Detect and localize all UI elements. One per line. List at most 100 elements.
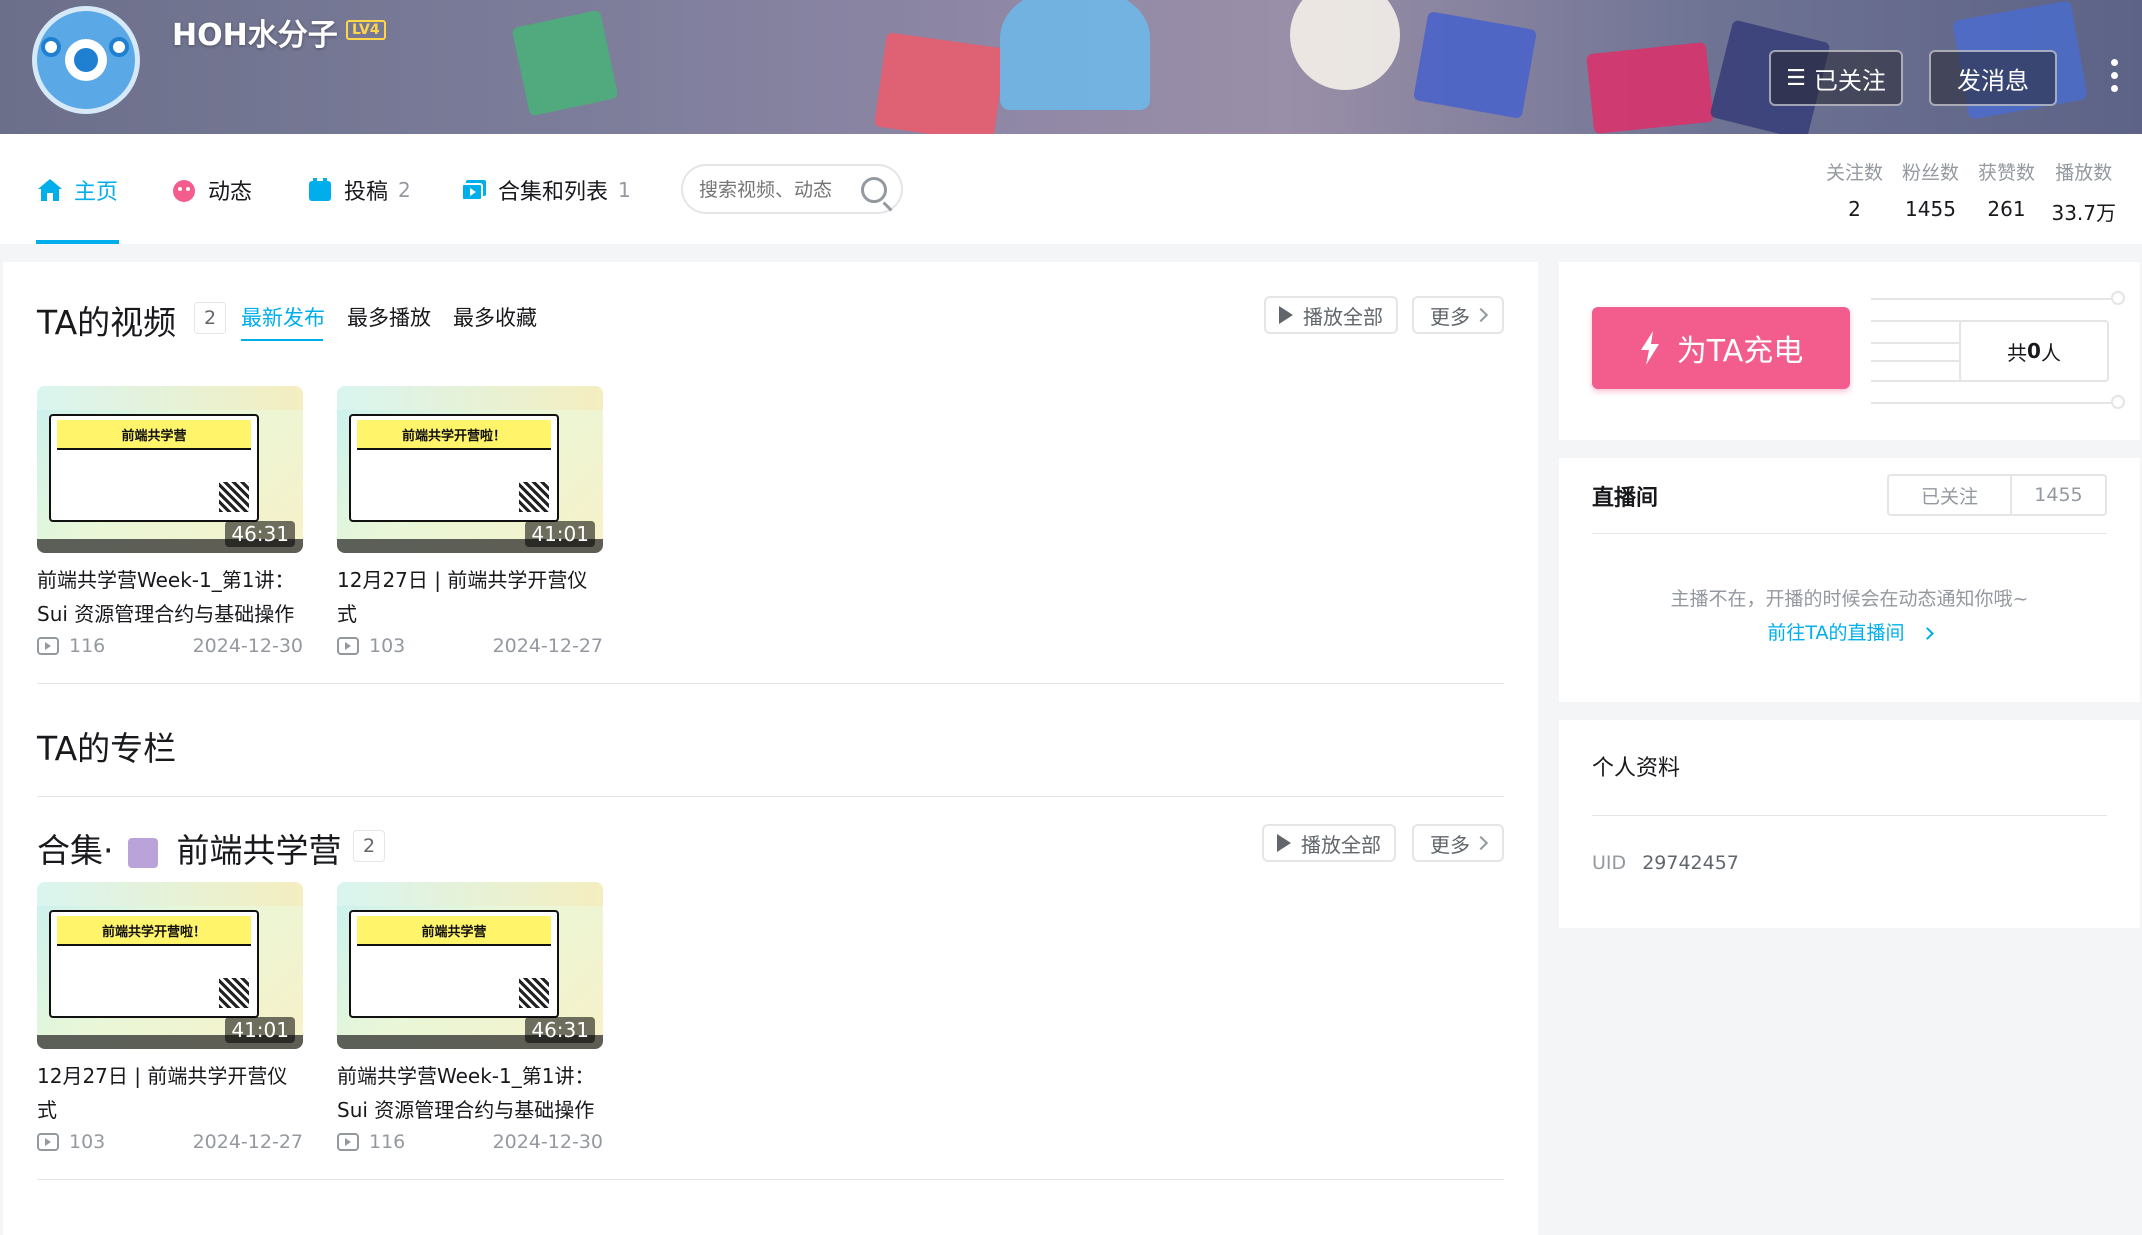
- chevron-right-icon: [1920, 627, 1934, 640]
- goto-live-room-link[interactable]: 前往TA的直播间: [1559, 618, 2140, 645]
- banner-character-art: [1290, 0, 1400, 90]
- stat-likes: 获赞数 261: [1975, 158, 2037, 226]
- tab-collections[interactable]: 合集和列表 1: [460, 174, 631, 206]
- search-box[interactable]: [681, 164, 903, 214]
- video-meta: 103 2024-12-27: [337, 635, 603, 657]
- video-card[interactable]: 前端共学营 46:31 前端共学营Week-1_第1讲：Sui 资源管理合约与基…: [337, 882, 603, 1153]
- video-thumbnail[interactable]: 前端共学营 46:31: [337, 882, 603, 1049]
- upload-date: 2024-12-27: [492, 635, 603, 657]
- stat-label: 获赞数: [1977, 162, 2035, 184]
- upload-date: 2024-12-30: [492, 1131, 603, 1153]
- thumbnail-headline: 前端共学开营啦！: [357, 420, 551, 450]
- video-meta: 116 2024-12-30: [337, 1131, 603, 1153]
- column-section-title[interactable]: TA的专栏: [37, 722, 176, 770]
- upload-date: 2024-12-30: [192, 635, 303, 657]
- uid-row: UID 29742457: [1592, 852, 1739, 874]
- video-title[interactable]: 前端共学营Week-1_第1讲：Sui 资源管理合约与基础操作: [337, 1059, 603, 1127]
- tab-label: 动态: [208, 180, 253, 205]
- live-room-panel: 直播间 已关注 1455 主播不在，开播的时候会在动态通知你哦~ 前往TA的直播…: [1559, 458, 2140, 702]
- play-all-label: 播放全部: [1303, 304, 1383, 329]
- collection-play-all-button[interactable]: 播放全部: [1262, 824, 1396, 862]
- menu-icon: ☰: [1786, 65, 1806, 91]
- uid-value[interactable]: 29742457: [1642, 852, 1739, 874]
- tab-count: 2: [398, 178, 411, 202]
- sort-tab-indicator: [241, 339, 323, 341]
- video-title[interactable]: 前端共学营Week-1_第1讲：Sui 资源管理合约与基础操作: [37, 563, 303, 631]
- play-all-label: 播放全部: [1301, 832, 1381, 857]
- avatar-logo-node: [109, 37, 129, 57]
- message-button[interactable]: 发消息: [1929, 50, 2057, 106]
- live-offline-message: 主播不在，开播的时候会在动态通知你哦~: [1670, 588, 2029, 610]
- goto-live-room-label: 前往TA的直播间: [1767, 622, 1905, 644]
- stat-followers[interactable]: 粉丝数 1455: [1899, 158, 1961, 226]
- user-avatar[interactable]: [32, 6, 140, 114]
- video-meta: 116 2024-12-30: [37, 635, 303, 657]
- charge-button[interactable]: 为TA充电: [1592, 307, 1850, 389]
- sort-tab-most-played[interactable]: 最多播放: [347, 302, 431, 332]
- stat-plays: 播放数 33.7万: [2051, 158, 2116, 226]
- upload-date: 2024-12-27: [192, 1131, 303, 1153]
- more-button[interactable]: 更多: [1412, 296, 1504, 334]
- video-thumbnail[interactable]: 前端共学开营啦！ 41:01: [37, 882, 303, 1049]
- follow-button[interactable]: ☰ 已关注: [1769, 50, 1903, 106]
- video-card[interactable]: 前端共学开营啦！ 41:01 12月27日 | 前端共学开营仪式 103 202…: [337, 386, 603, 657]
- chevron-right-icon: [1473, 835, 1489, 851]
- video-duration: 41:01: [225, 1017, 295, 1043]
- video-duration: 41:01: [525, 521, 595, 547]
- qr-code-icon: [219, 482, 249, 512]
- play-count: 103: [69, 1131, 106, 1153]
- stat-following[interactable]: 关注数 2: [1823, 158, 1885, 226]
- play-count: 103: [369, 635, 406, 657]
- collection-more-button[interactable]: 更多: [1412, 824, 1504, 862]
- live-follow-toggle[interactable]: 已关注 1455: [1887, 474, 2107, 516]
- sort-tab-most-favorited[interactable]: 最多收藏: [453, 302, 537, 332]
- video-thumbnail[interactable]: 前端共学开营啦！ 41:01: [337, 386, 603, 553]
- tab-home[interactable]: 主页: [36, 174, 118, 206]
- play-count-icon: [337, 637, 359, 655]
- live-follow-state[interactable]: 已关注: [1889, 476, 2012, 514]
- tab-dynamic[interactable]: 动态: [170, 174, 252, 206]
- tab-uploads[interactable]: 投稿 2: [306, 174, 411, 206]
- stat-value: 2: [1848, 197, 1861, 221]
- lightning-icon: [1640, 331, 1659, 365]
- uploads-icon: [309, 178, 331, 201]
- video-card[interactable]: 前端共学开营啦！ 41:01 12月27日 | 前端共学开营仪式 103 202…: [37, 882, 303, 1153]
- stat-value: 261: [1987, 197, 2026, 221]
- collection-title[interactable]: 合集· 前端共学营: [37, 824, 342, 872]
- search-icon[interactable]: [861, 177, 887, 203]
- play-all-button[interactable]: 播放全部: [1264, 296, 1398, 334]
- search-input[interactable]: [699, 177, 849, 203]
- video-title[interactable]: 12月27日 | 前端共学开营仪式: [37, 1059, 303, 1127]
- sort-tab-latest[interactable]: 最新发布: [241, 302, 325, 332]
- play-count-icon: [37, 637, 59, 655]
- user-stats: 关注数 2 粉丝数 1455 获赞数 261 播放数 33.7万: [1823, 158, 2116, 226]
- video-thumbnail[interactable]: 前端共学营 46:31: [37, 386, 303, 553]
- charge-total: 共0人: [1959, 320, 2109, 382]
- thumbnail-headline: 前端共学开营啦！: [57, 916, 251, 946]
- video-duration: 46:31: [525, 1017, 595, 1043]
- more-options-icon[interactable]: [2108, 56, 2120, 96]
- videos-count-badge: 2: [194, 302, 226, 334]
- video-card[interactable]: 前端共学营 46:31 前端共学营Week-1_第1讲：Sui 资源管理合约与基…: [37, 386, 303, 657]
- videos-section-title[interactable]: TA的视频: [37, 296, 176, 344]
- banner-gift-decoration: [511, 9, 619, 117]
- avatar-logo-core: [65, 39, 107, 81]
- banner-character-art: [1000, 0, 1150, 110]
- charge-total-prefix: 共: [2007, 340, 2028, 365]
- uid-label: UID: [1592, 852, 1627, 874]
- collection-count-badge: 2: [353, 830, 385, 862]
- collection-emoji-icon: [128, 837, 158, 868]
- stat-label: 关注数: [1825, 162, 1883, 184]
- qr-code-icon: [519, 482, 549, 512]
- profile-title: 个人资料: [1592, 756, 1681, 781]
- banner-gift-decoration: [873, 32, 1007, 134]
- video-title[interactable]: 12月27日 | 前端共学开营仪式: [337, 563, 603, 631]
- profile-banner: HOH水分子 LV4 ☰ 已关注 发消息: [0, 0, 2142, 134]
- qr-code-icon: [519, 978, 549, 1008]
- charge-button-label: 为TA充电: [1676, 334, 1804, 369]
- profile-panel: 个人资料 UID 29742457: [1559, 720, 2140, 928]
- video-duration: 46:31: [225, 521, 295, 547]
- charge-total-value: 0: [2027, 339, 2041, 363]
- play-count: 116: [369, 1131, 406, 1153]
- section-divider: [37, 796, 1504, 797]
